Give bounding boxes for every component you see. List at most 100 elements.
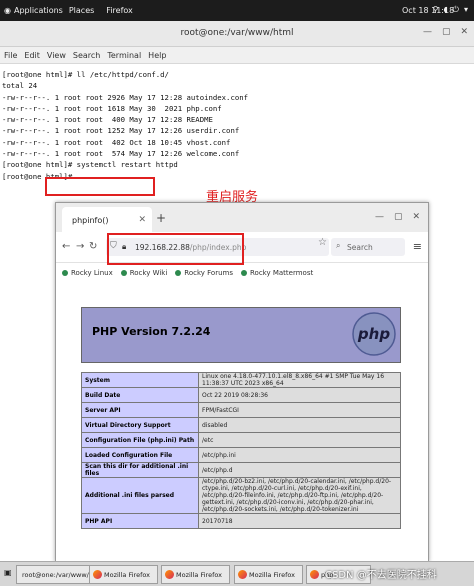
bookmark-label: Rocky Forums <box>184 269 233 277</box>
task-label: Mozilla Firefox <box>249 570 295 579</box>
chevron-down-icon: ▾ <box>463 5 468 14</box>
terminal-line: -rw-r--r--. 1 root root 1252 May 17 12:2… <box>2 126 240 136</box>
close-icon[interactable]: ✕ <box>412 212 420 222</box>
bookmark-rocky-wiki[interactable]: Rocky Wiki <box>120 269 168 277</box>
row-value: disabled <box>198 417 401 433</box>
bookmark-rocky-mattermost[interactable]: Rocky Mattermost <box>241 269 313 277</box>
maximize-icon[interactable]: ▢ <box>394 212 403 222</box>
back-icon[interactable]: ← <box>62 241 70 252</box>
task-firefox-1[interactable]: Mozilla Firefox <box>89 565 158 584</box>
new-tab-icon[interactable]: + <box>156 211 166 225</box>
csdn-watermark: CSDN @不去医院不挂科 <box>325 570 437 581</box>
close-tab-icon[interactable]: ✕ <box>138 215 146 225</box>
system-tray[interactable]: ⚲ ◖ ⏻ ▾ <box>433 5 468 15</box>
terminal-output[interactable]: [root@one html]# ll /etc/httpd/conf.d/to… <box>2 69 248 182</box>
row-value: Oct 22 2019 08:28:36 <box>198 387 401 403</box>
rocky-icon <box>120 270 127 276</box>
bookmark-label: Rocky Wiki <box>129 269 168 277</box>
row-key: PHP API <box>81 513 199 529</box>
row-key: Build Date <box>81 387 199 403</box>
page-content[interactable]: PHP Version 7.2.24 php System Linux one 4… <box>56 283 428 561</box>
terminal-menubar: File Edit View Search Terminal Help <box>0 47 474 64</box>
bookmarks-toolbar: Rocky Linux Rocky Wiki Rocky Forums Rock… <box>56 263 428 284</box>
menu-help[interactable]: Help <box>148 51 166 60</box>
bookmark-label: Rocky Linux <box>71 269 113 277</box>
minimize-icon[interactable]: — <box>423 27 432 37</box>
terminal-line: [root@one html]# systemctl restart httpd <box>2 160 178 170</box>
menu-view[interactable]: View <box>47 51 66 60</box>
menu-edit[interactable]: Edit <box>24 51 40 60</box>
menu-file[interactable]: File <box>4 51 17 60</box>
table-row: Additional .ini files parsed/etc/php.d/2… <box>81 477 401 514</box>
task-label: Mozilla Firefox <box>176 570 222 579</box>
row-value: 20170718 <box>198 513 401 529</box>
terminal-line: total 24 <box>2 81 38 91</box>
terminal-line: -rw-r--r--. 1 root root 574 May 17 12:26… <box>2 149 240 159</box>
rocky-icon <box>175 270 182 276</box>
rocky-icon <box>241 270 247 276</box>
row-key: Server API <box>81 402 199 418</box>
top-panel: ◉ Applications Places Firefox Oct 18 11:… <box>0 0 474 21</box>
reload-icon[interactable]: ↻ <box>89 241 97 252</box>
table-row: Server API FPM/FastCGI <box>81 402 401 418</box>
applications-icon: ◉ <box>4 6 11 15</box>
tab-title: phpinfo() <box>72 216 109 225</box>
row-key: System <box>81 372 199 388</box>
firefox-icon <box>238 570 247 579</box>
menu-search[interactable]: Search <box>73 51 100 60</box>
tab-strip: phpinfo() ✕ + — ▢ ✕ <box>56 203 428 232</box>
task-terminal[interactable]: root@one:/var/www/html <box>16 565 104 584</box>
row-key: Virtual Directory Support <box>81 417 199 433</box>
table-row: Build Date Oct 22 2019 08:28:36 <box>81 387 401 403</box>
terminal-line: -rw-r--r--. 1 root root 2926 May 17 12:2… <box>2 92 249 102</box>
places-menu[interactable]: Places <box>63 6 100 15</box>
row-value: /etc/php.d <box>198 462 401 478</box>
firefox-menu[interactable]: Firefox <box>100 6 138 15</box>
close-icon[interactable]: ✕ <box>460 27 468 37</box>
firefox-icon <box>165 570 174 579</box>
applications-label: Applications <box>13 6 63 15</box>
maximize-icon[interactable]: ▢ <box>442 27 451 37</box>
task-label: Mozilla Firefox <box>104 570 150 579</box>
command-highlight-box <box>45 177 155 196</box>
menu-terminal[interactable]: Terminal <box>107 51 141 60</box>
php-version-title: PHP Version 7.2.24 <box>92 325 211 338</box>
terminal-line: -rw-r--r--. 1 root root 1618 May 30 2021… <box>2 103 222 113</box>
bookmark-rocky-forums[interactable]: Rocky Forums <box>175 269 233 277</box>
row-value: /etc/php.ini <box>198 447 401 463</box>
table-row: System Linux one 4.18.0-477.10.1.el8_8.x8… <box>81 372 401 388</box>
php-logo: php <box>352 312 396 356</box>
terminal-title: root@one:/var/www/html <box>180 28 294 38</box>
applications-menu[interactable]: ◉ Applications <box>0 6 63 15</box>
row-value: Linux one 4.18.0-477.10.1.el8_8.x86_64 #… <box>198 372 401 388</box>
table-row: Scan this dir for additional .ini files /… <box>81 462 401 478</box>
search-placeholder: Search <box>347 243 373 252</box>
forward-icon[interactable]: → <box>76 241 84 252</box>
volume-icon: ◖ <box>443 5 448 14</box>
task-firefox-2[interactable]: Mozilla Firefox <box>161 565 230 584</box>
url-highlight-box <box>107 233 244 265</box>
show-desktop-icon[interactable]: ▣ <box>4 568 12 577</box>
bookmark-rocky-linux[interactable]: Rocky Linux <box>62 269 113 277</box>
hamburger-menu-icon[interactable]: ≡ <box>413 240 422 253</box>
tab-phpinfo[interactable]: phpinfo() ✕ <box>62 207 152 232</box>
bookmark-star-icon[interactable]: ☆ <box>318 237 327 248</box>
php-logo-text: php <box>357 325 390 343</box>
row-key: Configuration File (php.ini) Path <box>81 432 199 448</box>
terminal-line: -rw-r--r--. 1 root root 402 Oct 18 10:45… <box>2 137 231 147</box>
network-icon: ⚲ <box>432 5 439 14</box>
phpinfo-table: System Linux one 4.18.0-477.10.1.el8_8.x8… <box>81 372 401 529</box>
power-icon: ⏻ <box>452 5 459 14</box>
search-input[interactable]: ⌕ Search <box>331 238 405 256</box>
row-value: /etc/php.d/20-bz2.ini, /etc/php.d/20-cal… <box>198 477 401 514</box>
firefox-icon <box>310 570 319 579</box>
minimize-icon[interactable]: — <box>375 212 384 222</box>
task-firefox-3[interactable]: Mozilla Firefox <box>234 565 303 584</box>
terminal-titlebar[interactable]: root@one:/var/www/html — ▢ ✕ <box>0 21 474 47</box>
table-row: Virtual Directory Support disabled <box>81 417 401 433</box>
row-value: /etc <box>198 432 401 448</box>
terminal-line: [root@one html]# ll /etc/httpd/conf.d/ <box>2 70 169 79</box>
search-icon: ⌕ <box>336 241 341 250</box>
table-row: PHP API 20170718 <box>81 513 401 529</box>
firefox-icon <box>93 570 102 579</box>
